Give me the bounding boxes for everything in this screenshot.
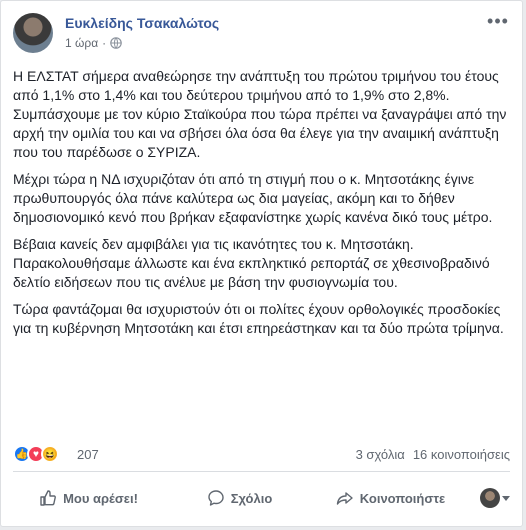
- post-paragraph: Τώρα φαντάζομαι θα ισχυριστούν ότι οι πο…: [13, 301, 504, 336]
- haha-icon: 😆: [41, 445, 59, 463]
- reactions-summary[interactable]: 👍 ♥ 😆: [13, 445, 59, 463]
- post-paragraph: Η ΕΛΣΤΑΤ σήμερα αναθεώρησε την ανάπτυξη …: [13, 68, 507, 160]
- engagement-counts: 3 σχόλια 16 κοινοποιήσεις: [356, 447, 510, 462]
- like-button[interactable]: Μου αρέσει!: [13, 482, 164, 514]
- comment-button[interactable]: Σχόλιο: [164, 482, 315, 514]
- post-actions: Μου αρέσει! Σχόλιο Κοινοποιήστε: [13, 479, 510, 517]
- post-paragraph: Μέχρι τώρα η ΝΔ ισχυριζόταν ότι από τη σ…: [13, 171, 493, 225]
- post-header: Ευκλείδης Τσακαλώτος 1 ώρα · •••: [13, 12, 510, 57]
- post-timestamp[interactable]: 1 ώρα: [65, 36, 98, 50]
- divider: [13, 471, 510, 472]
- author-name[interactable]: Ευκλείδης Τσακαλώτος: [65, 15, 219, 31]
- post-paragraph: Βέβαια κανείς δεν αμφιβάλει για τις ικαν…: [13, 236, 490, 290]
- comment-label: Σχόλιο: [230, 490, 273, 506]
- post-stats: 👍 ♥ 😆 207 3 σχόλια 16 κοινοποιήσεις: [13, 445, 510, 465]
- post-body: Η ΕΛΣΤΑΤ σήμερα αναθεώρησε την ανάπτυξη …: [13, 67, 513, 346]
- share-label: Κοινοποιήστε: [359, 490, 446, 506]
- share-count[interactable]: 16 κοινοποιήσεις: [413, 447, 510, 462]
- reaction-count[interactable]: 207: [77, 447, 99, 462]
- thumbs-up-icon: [40, 490, 56, 506]
- chevron-down-icon: [502, 495, 510, 501]
- audience-selector[interactable]: [466, 488, 510, 508]
- author-avatar[interactable]: [13, 13, 53, 53]
- post-card: Ευκλείδης Τσακαλώτος 1 ώρα · ••• Η ΕΛΣΤΑ…: [0, 0, 523, 527]
- comment-icon: [208, 490, 224, 506]
- post-meta: 1 ώρα ·: [65, 36, 122, 50]
- like-label: Μου αρέσει!: [63, 490, 138, 506]
- more-dots-icon[interactable]: •••: [486, 12, 510, 33]
- share-icon: [336, 492, 353, 505]
- user-avatar: [480, 488, 500, 508]
- globe-icon[interactable]: [110, 37, 122, 49]
- comment-count[interactable]: 3 σχόλια: [356, 447, 405, 462]
- share-button[interactable]: Κοινοποιήστε: [315, 482, 466, 514]
